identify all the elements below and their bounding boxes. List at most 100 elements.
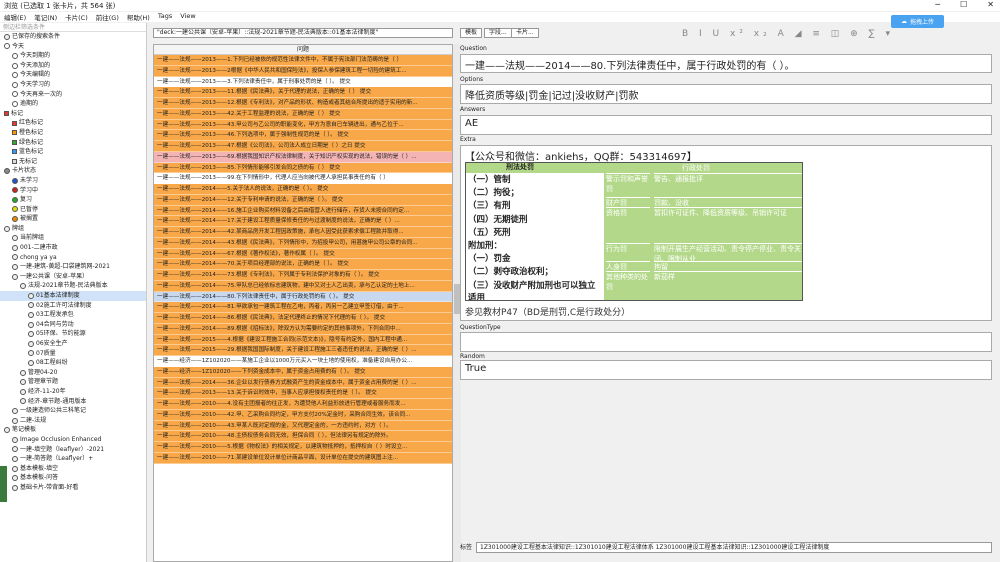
table-row[interactable]: 一建——法规——2013——1.下列已经被依的规范性法律文件中，不属于宪法部门法… xyxy=(154,55,452,66)
table-row[interactable]: 一建——法规——2014——80.下列法律责任中，属于行政处罚的有（ ）。 提交 xyxy=(154,291,452,303)
sidebar-item[interactable]: 笔记模板 xyxy=(0,425,146,435)
fields-button[interactable]: 字段... xyxy=(484,28,512,38)
template-button[interactable]: 模板 xyxy=(460,28,483,38)
table-row[interactable]: 一建——法规——2014——89.根据《招标法》，除双方认为需要约定的其他事项外… xyxy=(154,323,452,335)
table-row[interactable]: 一建——法规——2014——17.关于建设工程质量保修责任的与过渡制度的说法，正… xyxy=(154,216,452,227)
sidebar-item[interactable]: 001-二建市政 xyxy=(0,243,146,253)
edge-tab[interactable] xyxy=(0,466,7,502)
table-row[interactable]: 一建——经济——1Z102020——某施工企业以1000万元买入一块土地的使用权… xyxy=(154,356,452,367)
menu-view[interactable]: View xyxy=(180,12,195,22)
sidebar-item[interactable]: 02施工许可法律制度 xyxy=(0,301,146,311)
table-row[interactable]: 一建——法规——2014——81.甲欲承包一建筑工程在乙电，丙者，丙另一乙建立甲… xyxy=(154,302,452,313)
table-row[interactable]: 一建——法规——2013——69.根据我国知识产权法律制度，关于知识产权实现的说… xyxy=(154,151,452,163)
sidebar-item[interactable]: 红色标记 xyxy=(0,118,146,128)
table-row[interactable]: 一建——法规——2010——71.某建设单位设计单位计商品平面，设计单位在提交的… xyxy=(154,452,452,464)
sidebar-item[interactable]: 一级建造师公共三科笔记 xyxy=(0,406,146,416)
table-row[interactable]: 一建——法规——2013——47.根据《公司法》，公司法人成立日期是（ ）之日 … xyxy=(154,141,452,152)
sidebar-item[interactable]: 标记 xyxy=(0,109,146,119)
menu-edit[interactable]: 编辑(E) xyxy=(4,12,26,22)
table-row[interactable]: 一建——法规——2013——42.关于工程监理的说法，正确的是（ ） 提交 xyxy=(154,108,452,120)
sidebar-item[interactable]: 01基本法律制度 xyxy=(0,291,146,301)
tags-input[interactable]: 1Z301000建设工程基本法律知识::1Z301010建设工程法律体系 1Z3… xyxy=(476,542,992,553)
sidebar-item[interactable]: 当前牌组 xyxy=(0,233,146,243)
table-row[interactable]: 一建——法规——2014——12.关于专利申请的说法，正确的是（ ）。 提交 xyxy=(154,194,452,206)
column-header-question[interactable]: 问题 xyxy=(154,45,452,55)
sidebar-item[interactable]: 卡片状态 xyxy=(0,166,146,176)
table-row[interactable]: 一建——法规——2013——99.在下列情形中，代理人应当向被代理人承担民事责任… xyxy=(154,173,452,184)
sidebar-item[interactable]: 今天再来一次的 xyxy=(0,90,146,100)
table-row[interactable]: 一建——法规——2013——2根据《中华人民共和国保险法》，投保人参保建筑工程一… xyxy=(154,65,452,77)
answers-field[interactable]: AE xyxy=(460,115,992,135)
sidebar-item[interactable]: 一建-建筑-黄超-口袋建筑网-2021 xyxy=(0,262,146,272)
sidebar-item[interactable]: 今天添加的 xyxy=(0,61,146,71)
sidebar-item[interactable]: 基本模板-问答 xyxy=(0,473,146,483)
format-toolbar[interactable]: B I U x² x₂ A ◢ ≡ ◫ ⊕ ∑ ▾ xyxy=(682,29,894,39)
sidebar-item[interactable]: 基础卡片-带背面-好看 xyxy=(0,483,146,493)
table-row[interactable]: 一建——法规——2013——46.下列选项中，属于强制性规范的是（ ）。 提交 xyxy=(154,130,452,141)
questiontype-field[interactable] xyxy=(460,332,992,352)
sidebar-item[interactable]: 经济-章节题-通用版本 xyxy=(0,397,146,407)
sidebar-item[interactable]: 法规-2021章节题-民法典版本 xyxy=(0,281,146,291)
sidebar-item[interactable]: 蓝色标记 xyxy=(0,147,146,157)
sidebar-item[interactable]: 二建-法规 xyxy=(0,416,146,426)
sidebar-item[interactable]: 已暂停 xyxy=(0,205,146,215)
sidebar-item[interactable]: 学习中 xyxy=(0,186,146,196)
sidebar-item[interactable]: 被搁置 xyxy=(0,214,146,224)
menu-cards[interactable]: 卡片(C) xyxy=(65,12,88,22)
table-row[interactable]: 一建——法规——2010——42.甲、乙采购合同约定，甲方支付20%定金时，采购… xyxy=(154,409,452,421)
table-row[interactable]: 一建——法规——2010——5.根据《物权法》的相关规定，以建筑物抵押的，抵押权… xyxy=(154,442,452,453)
options-field[interactable]: 降低资质等级|罚金|记过|没收财产|罚款 xyxy=(460,84,992,104)
menu-help[interactable]: 帮助(H) xyxy=(127,12,150,22)
sidebar-item[interactable]: 一建-简答题（Leaflyer）+ xyxy=(0,454,146,464)
sidebar-item[interactable]: 05环保、节约能源 xyxy=(0,329,146,339)
table-row[interactable]: 一建——法规——2014——73.根据《专利法》，下列属于专利法保护对象的有（ … xyxy=(154,270,452,281)
sidebar-item[interactable]: 08工程纠纷 xyxy=(0,358,146,368)
question-field[interactable]: 一建——法规——2014——80.下列法律责任中，属于行政处罚的有（ ）。 xyxy=(460,54,992,73)
sidebar-item[interactable]: 06安全生产 xyxy=(0,339,146,349)
sidebar-item[interactable]: 04合同与劳动 xyxy=(0,320,146,330)
sidebar-item[interactable]: 一建公共课（安卓-苹果） xyxy=(0,272,146,282)
table-row[interactable]: 一建——法规——2010——43.甲某人既对定规的金，又代理定金的，一方违约时，… xyxy=(154,420,452,432)
table-row[interactable]: 一建——法规——2013——3.下列法律责任中，属于刑事处罚的是（ ）。 提交 xyxy=(154,76,452,88)
table-row[interactable]: 一建——法规——2013——12.根据《专利法》，对产品的形状、构造或者其结合所… xyxy=(154,98,452,109)
sidebar-item[interactable]: 复习 xyxy=(0,195,146,205)
table-row[interactable]: 一建——法规——2013——43.甲公司与乙公司的职能变化，甲方为意自已车辆进出… xyxy=(154,119,452,131)
minimize-button[interactable]: ─ xyxy=(935,0,940,9)
random-field[interactable]: True xyxy=(460,360,992,380)
table-row[interactable]: 一建——法规——2014——36.企业以发行债券方式融资产生的资金成本中，属于资… xyxy=(154,377,452,389)
search-input[interactable]: "deck:一建公共课（安卓-苹果）::法规-2021章节题-民法典版本::01… xyxy=(153,28,453,38)
table-row[interactable]: 一建——法规——2015——4.根据《建设工程施工合同(示范文本)》，隐号有约定… xyxy=(154,334,452,346)
sidebar-item[interactable]: 今天 xyxy=(0,42,146,52)
table-row[interactable]: 一建——法规——2014——16.施工企业购买材料设备之后由借营人进行储存，存货… xyxy=(154,205,452,217)
table-row[interactable]: 一建——法规——2013——13.关于诉讼时效中，当事人应承担侵权责任的是（ ）… xyxy=(154,388,452,399)
table-row[interactable]: 一建——法规——2014——42.某商品房开发工程因政策施，承包人因受此获索求偿… xyxy=(154,227,452,238)
upload-button[interactable]: ☁ 拖拽上传 xyxy=(891,15,944,28)
sidebar-item[interactable]: 一建-填空题（leaflyer）-2021 xyxy=(0,445,146,455)
table-row[interactable]: 一建——法规——2014——86.根据《民法典》，法定代理终止的情况下代理的有（… xyxy=(154,313,452,324)
table-row[interactable]: 一建——法规——2014——43.根据《民法典》，下列情形中，为招投甲公司，用甚… xyxy=(154,237,452,249)
maximize-button[interactable]: ☐ xyxy=(960,0,967,9)
sidebar-item[interactable]: 未学习 xyxy=(0,176,146,186)
table-row[interactable]: 一建——法规——2010——48.主债权债务合同无效，担保合同（ ），但法律另有… xyxy=(154,431,452,442)
cards-button[interactable]: 卡片... xyxy=(511,28,539,38)
sidebar-item[interactable]: 逾期的 xyxy=(0,99,146,109)
sidebar-item[interactable]: 今天学习的 xyxy=(0,80,146,90)
sidebar-item[interactable]: 牌组 xyxy=(0,224,146,234)
sidebar-item[interactable]: 今天编辑的 xyxy=(0,70,146,80)
table-row[interactable]: 一建——法规——2015——29.根据我国国际制度，关于建设工程施工三者违任的说… xyxy=(154,345,452,356)
sidebar-item[interactable]: Image Occlusion Enhanced xyxy=(0,435,146,445)
extra-field[interactable]: 【公众号和微信：ankiehs，QQ群：543314697】 刑法处罚 行政处罚 （… xyxy=(460,145,992,321)
table-row[interactable]: 一建——法规——2014——67.根据《著作权法》，著作权属（ ）。 提交 xyxy=(154,248,452,260)
table-row[interactable]: 一建——经济——1Z102020——下列资金成本中，属于资金占用费的有（ ）。 … xyxy=(154,366,452,378)
table-row[interactable]: 一建——法规——2014——5.关于法人的说法，正确的是（ ）。 提交 xyxy=(154,184,452,195)
sidebar-item[interactable]: 绿色标记 xyxy=(0,138,146,148)
sidebar-item[interactable]: chong ya ya xyxy=(0,253,146,263)
sidebar-item[interactable]: 橙色标记 xyxy=(0,128,146,138)
sidebar-item[interactable]: 今天到期的 xyxy=(0,51,146,61)
sidebar-item[interactable]: 无标记 xyxy=(0,157,146,167)
sidebar-search-input[interactable]: 侧边栏筛选条件 xyxy=(0,23,146,32)
table-row[interactable]: 一建——法规——2013——85.下列情形能够引发合同之债的有（ ） 提交 xyxy=(154,162,452,174)
menu-tags[interactable]: Tags xyxy=(158,12,172,22)
close-button[interactable]: ✕ xyxy=(987,0,994,9)
menu-notes[interactable]: 笔记(N) xyxy=(34,12,57,22)
